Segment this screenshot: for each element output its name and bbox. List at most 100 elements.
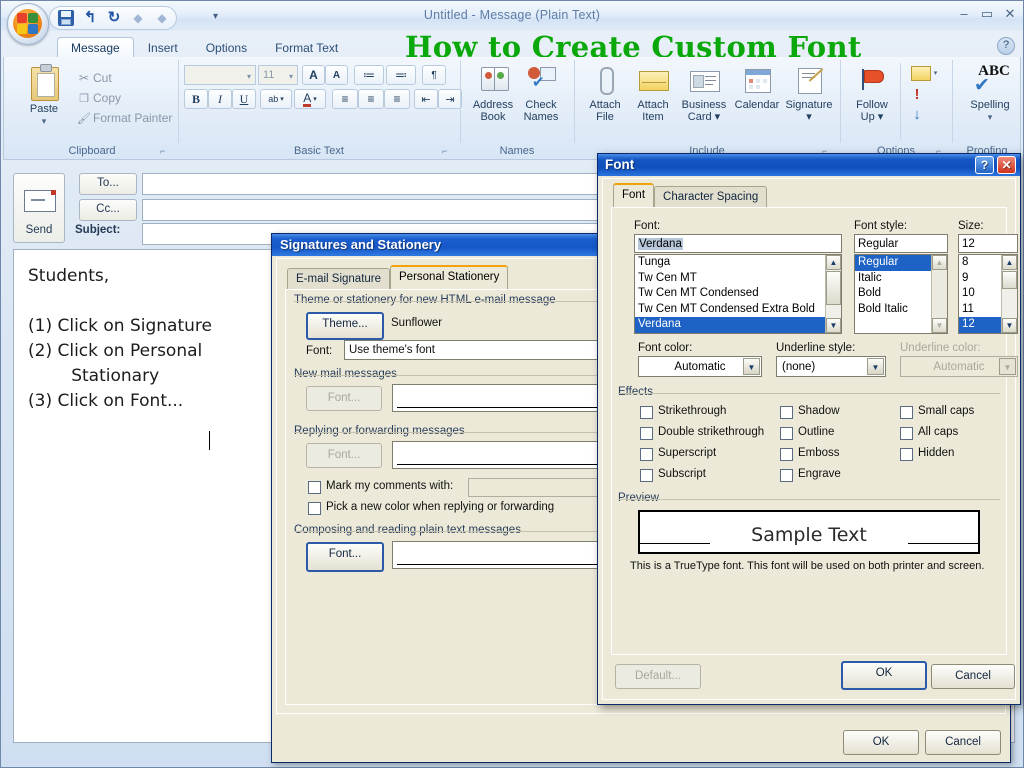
font-size-scrollbar[interactable]: ▲ ▼	[1001, 255, 1017, 333]
signature-button[interactable]: Signature ▾	[784, 65, 834, 125]
bold-button[interactable]: B	[184, 89, 208, 109]
font-name-input[interactable]: Verdana	[634, 234, 842, 253]
save-icon[interactable]	[58, 10, 74, 26]
redo-icon[interactable]: ↻	[106, 10, 122, 26]
undo-icon[interactable]: ↰	[82, 10, 98, 26]
customize-quick-access-icon[interactable]: ▾	[213, 11, 218, 22]
font-list-scrollbar[interactable]: ▲ ▼	[825, 255, 841, 333]
strikethrough-checkbox[interactable]	[640, 406, 653, 419]
calendar-button[interactable]: Calendar	[732, 65, 782, 125]
font-size-list[interactable]: 8 9 10 11 12 ▲ ▼	[958, 254, 1018, 334]
cut-button[interactable]: ✂ Cut	[74, 69, 166, 87]
font-dialog-help-button[interactable]: ?	[975, 156, 994, 174]
font-size-caret-icon[interactable]: ▾	[289, 72, 293, 81]
font-list-item-selected[interactable]: Verdana	[635, 317, 841, 333]
font-list-item[interactable]: Tw Cen MT Condensed Extra Bold	[635, 302, 841, 318]
mark-comments-checkbox[interactable]	[308, 481, 321, 494]
underline-button[interactable]: U	[232, 89, 256, 109]
office-button[interactable]	[7, 3, 49, 45]
font-color-select[interactable]: Automatic ▼	[638, 356, 762, 377]
hidden-checkbox[interactable]	[900, 448, 913, 461]
increase-indent-button[interactable]: ⇥	[438, 89, 462, 109]
plain-text-font-button[interactable]: Font...	[306, 542, 384, 572]
font-dialog-close-button[interactable]: ✕	[997, 156, 1016, 174]
pick-color-checkbox[interactable]	[308, 502, 321, 515]
grow-font-button[interactable]: A	[302, 65, 325, 85]
signatures-ok-button[interactable]: OK	[843, 730, 919, 755]
align-right-button[interactable]: ≡	[384, 89, 410, 109]
outline-checkbox[interactable]	[780, 427, 793, 440]
font-size-input[interactable]: 11 ▾	[258, 65, 298, 85]
font-list-item[interactable]: Tunga	[635, 255, 841, 271]
tab-insert[interactable]: Insert	[134, 37, 192, 58]
permission-button[interactable]: ▾	[906, 63, 942, 83]
signatures-cancel-button[interactable]: Cancel	[925, 730, 1001, 755]
previous-item-icon[interactable]: ◆	[130, 10, 146, 26]
small-caps-checkbox[interactable]	[900, 406, 913, 419]
follow-up-label-2[interactable]: Up ▾	[838, 111, 906, 123]
scroll-thumb[interactable]	[1002, 271, 1017, 289]
signature-label-2[interactable]: ▾	[776, 111, 842, 123]
clipboard-dialog-launcher-icon[interactable]: ⌐	[160, 146, 170, 156]
high-importance-button[interactable]: !	[906, 85, 928, 104]
maximize-button[interactable]: ▭	[980, 7, 994, 20]
paste-caret-icon[interactable]: ▾	[12, 115, 76, 127]
tab-format-text[interactable]: Format Text	[261, 37, 352, 58]
align-center-button[interactable]: ≡	[358, 89, 384, 109]
send-button[interactable]: Send	[13, 173, 65, 243]
check-names-button[interactable]: ✔ Check Names	[518, 65, 564, 125]
subscript-checkbox[interactable]	[640, 469, 653, 482]
permission-caret-icon[interactable]: ▾	[934, 69, 938, 77]
font-style-scrollbar[interactable]: ▲ ▼	[931, 255, 947, 333]
font-name-caret-icon[interactable]: ▾	[247, 72, 251, 81]
business-card-button[interactable]: Business Card ▾	[678, 65, 730, 125]
bullets-button[interactable]: ≔	[354, 65, 384, 85]
font-list[interactable]: Tunga Tw Cen MT Tw Cen MT Condensed Tw C…	[634, 254, 842, 334]
spelling-button[interactable]: ABC ✔ Spelling ▾	[962, 63, 1018, 125]
tab-personal-stationery[interactable]: Personal Stationery	[390, 265, 509, 289]
paste-button[interactable]: Paste ▾	[20, 64, 68, 127]
all-caps-checkbox[interactable]	[900, 427, 913, 440]
shrink-font-button[interactable]: A	[325, 65, 348, 85]
font-color-button[interactable]: A ▾	[294, 89, 326, 109]
tab-character-spacing[interactable]: Character Spacing	[654, 186, 768, 207]
copy-button[interactable]: ❐ Copy	[74, 89, 166, 107]
follow-up-button[interactable]: Follow Up ▾	[846, 65, 898, 125]
shadow-checkbox[interactable]	[780, 406, 793, 419]
font-list-item[interactable]: Tw Cen MT	[635, 271, 841, 287]
tab-font[interactable]: Font	[613, 183, 655, 207]
numbering-button[interactable]: ≕	[386, 65, 416, 85]
chevron-down-icon[interactable]: ▼	[867, 358, 884, 375]
theme-button[interactable]: Theme...	[306, 312, 384, 340]
scroll-thumb[interactable]	[826, 271, 841, 305]
help-icon[interactable]: ?	[997, 37, 1015, 55]
cc-button[interactable]: Cc...	[79, 199, 137, 221]
font-cancel-button[interactable]: Cancel	[931, 664, 1015, 689]
tab-options[interactable]: Options	[192, 37, 261, 58]
scroll-up-icon[interactable]: ▲	[1002, 255, 1017, 270]
emboss-checkbox[interactable]	[780, 448, 793, 461]
tab-message[interactable]: Message	[57, 37, 134, 58]
engrave-checkbox[interactable]	[780, 469, 793, 482]
font-size-input[interactable]: 12	[958, 234, 1018, 253]
show-formatting-button[interactable]: ¶	[422, 65, 446, 85]
next-item-icon[interactable]: ◆	[154, 10, 170, 26]
close-button[interactable]: ✕	[1003, 7, 1017, 20]
font-style-list[interactable]: Regular Italic Bold Bold Italic ▲ ▼	[854, 254, 948, 334]
chevron-down-icon[interactable]: ▼	[743, 358, 760, 375]
superscript-checkbox[interactable]	[640, 448, 653, 461]
minimize-button[interactable]: –	[957, 7, 971, 20]
underline-style-select[interactable]: (none) ▼	[776, 356, 886, 377]
decrease-indent-button[interactable]: ⇤	[414, 89, 438, 109]
double-strikethrough-checkbox[interactable]	[640, 427, 653, 440]
align-left-button[interactable]: ≡	[332, 89, 358, 109]
italic-button[interactable]: I	[208, 89, 232, 109]
font-name-input[interactable]: ▾	[184, 65, 256, 85]
tab-email-signature[interactable]: E-mail Signature	[287, 268, 391, 289]
scroll-down-icon[interactable]: ▼	[826, 318, 841, 333]
font-list-item[interactable]: Tw Cen MT Condensed	[635, 286, 841, 302]
font-ok-button[interactable]: OK	[841, 661, 927, 690]
low-importance-button[interactable]: ↓	[906, 105, 928, 124]
business-card-label-2[interactable]: Card ▾	[670, 111, 738, 123]
font-style-input[interactable]: Regular	[854, 234, 948, 253]
